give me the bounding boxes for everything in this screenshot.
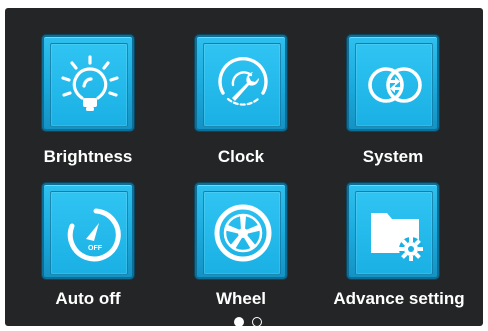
auto-off-label: Auto off bbox=[55, 289, 121, 308]
brightness-label: Brightness bbox=[43, 147, 133, 166]
wheel-tile[interactable] bbox=[195, 183, 287, 279]
wheel-icon bbox=[211, 201, 275, 265]
auto-off-icon-text: OFF bbox=[88, 245, 103, 252]
settings-menu-panel: Brightness Clock System OFF Auto off Whe… bbox=[5, 8, 483, 326]
system-circles-icon bbox=[363, 53, 427, 117]
auto-off-button[interactable]: OFF bbox=[42, 183, 134, 279]
system-tile[interactable] bbox=[347, 35, 439, 131]
page-dot-2[interactable] bbox=[252, 317, 262, 327]
clock-tile[interactable] bbox=[195, 35, 287, 131]
page-indicator bbox=[234, 316, 268, 328]
system-button[interactable] bbox=[347, 35, 439, 131]
brightness-tile[interactable] bbox=[42, 35, 134, 131]
clock-wrench-icon bbox=[211, 53, 275, 117]
auto-off-tile[interactable]: OFF bbox=[42, 183, 134, 279]
clock-label: Clock bbox=[217, 147, 265, 166]
page-dot-1-active[interactable] bbox=[234, 317, 244, 327]
advance-setting-tile[interactable] bbox=[347, 183, 439, 279]
advance-setting-button[interactable] bbox=[347, 183, 439, 279]
clock-button[interactable] bbox=[195, 35, 287, 131]
auto-off-timer-icon: OFF bbox=[58, 201, 122, 265]
system-label: System bbox=[362, 147, 424, 166]
wheel-button[interactable] bbox=[195, 183, 287, 279]
advance-setting-label: Advance setting bbox=[333, 289, 465, 308]
brightness-button[interactable] bbox=[42, 35, 134, 131]
device-screen: Brightness Clock System OFF Auto off Whe… bbox=[0, 0, 488, 331]
wheel-label: Wheel bbox=[215, 289, 267, 308]
brightness-bulb-icon bbox=[58, 53, 122, 117]
folder-gear-icon bbox=[363, 201, 427, 265]
